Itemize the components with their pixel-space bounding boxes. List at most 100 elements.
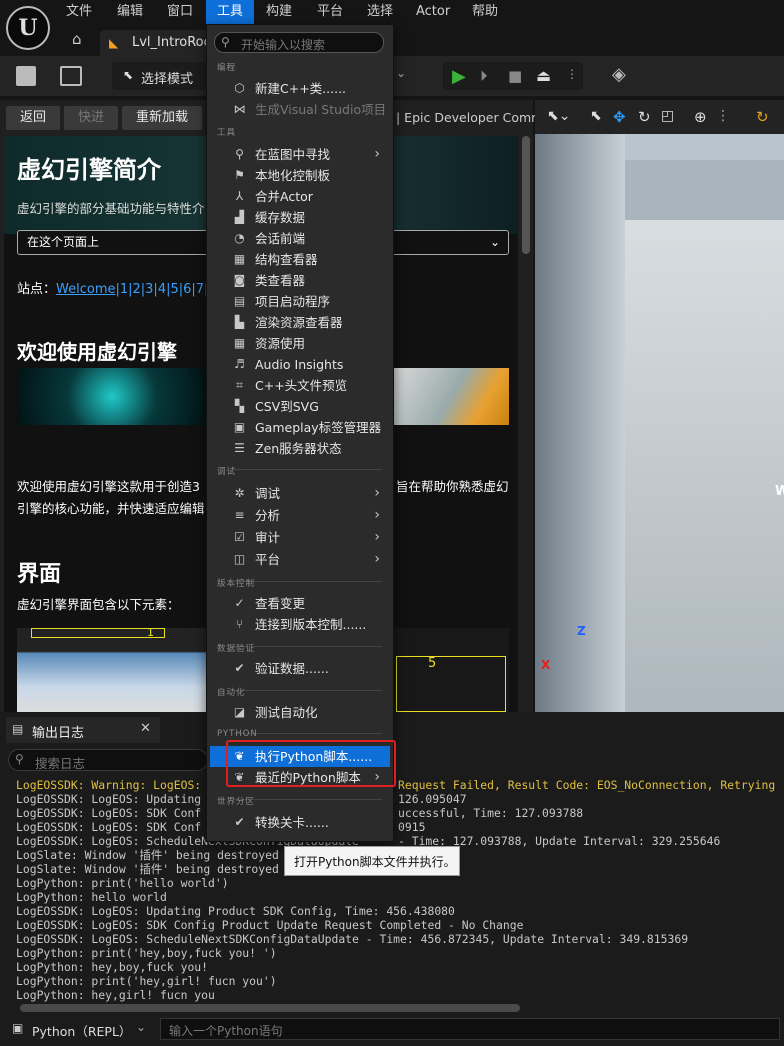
audio-insights-item[interactable]: ♬ Audio Insights <box>210 354 390 375</box>
home-icon[interactable]: ⌂ <box>72 30 92 50</box>
scale-tool-icon[interactable]: ◰ <box>661 108 674 124</box>
audit-item[interactable]: ☑ 审计 › <box>210 527 390 548</box>
session-frontend-item[interactable]: ◔ 会话前端 <box>210 228 390 249</box>
doc-scrollbar[interactable] <box>522 136 530 254</box>
menu-actor[interactable]: Actor <box>410 0 456 24</box>
branch-icon: ⑂ <box>235 617 244 631</box>
class-icon: ◙ <box>233 273 246 287</box>
doc-title: 虚幻引擎简介 <box>17 156 161 184</box>
generate-vs-project-item: ⋈ 生成Visual Studio项目 <box>210 99 390 120</box>
menu-platform[interactable]: 平台 <box>311 0 349 24</box>
welcome-image-2 <box>394 368 509 425</box>
item-label: 类查看器 <box>255 273 306 288</box>
item-label: 平台 <box>255 552 281 567</box>
find-in-blueprints-item[interactable]: ⚲ 在蓝图中寻找 › <box>210 144 390 165</box>
chevron-right-icon: › <box>374 485 380 501</box>
section-world-partition: 世界分区 <box>217 797 256 807</box>
play-icon[interactable]: ▶ <box>452 66 466 87</box>
profile-item[interactable]: ≡ 分析 › <box>210 505 390 526</box>
log-horizontal-scrollbar[interactable] <box>20 1004 520 1012</box>
menu-search-input[interactable]: ⚲ 开始输入以搜索 <box>214 32 384 53</box>
forward-button[interactable]: 快进 <box>64 106 118 130</box>
log-icon: ▤ <box>12 722 24 736</box>
item-label: 本地化控制板 <box>255 168 331 183</box>
item-label: 转换关卡...... <box>255 815 329 830</box>
menu-build[interactable]: 构建 <box>260 0 298 24</box>
test-automation-item[interactable]: ◪ 测试自动化 <box>210 702 390 723</box>
render-resource-viewer-item[interactable]: ▙ 渲染资源查看器 <box>210 312 390 333</box>
eject-icon[interactable]: ⏏ <box>536 66 551 85</box>
section-heading-welcome: 欢迎使用虚幻引擎 <box>17 340 177 364</box>
menu-file[interactable]: 文件 <box>60 0 98 24</box>
welcome-link[interactable]: Welcome <box>56 282 115 297</box>
merge-actor-item[interactable]: ⅄ 合并Actor <box>210 186 390 207</box>
log-search-input[interactable]: ⚲ 搜索日志 <box>8 749 208 771</box>
item-label: 渲染资源查看器 <box>255 315 343 330</box>
localization-dashboard-item[interactable]: ⚑ 本地化控制板 <box>210 165 390 186</box>
project-launcher-item[interactable]: ▤ 项目启动程序 <box>210 291 390 312</box>
more-icon[interactable]: ⋮ <box>566 67 578 81</box>
axis-z-label: Z <box>577 624 586 638</box>
level-viewport[interactable]: W Z X <box>535 100 784 712</box>
cpp-header-preview-item[interactable]: ⌗ C++头文件预览 <box>210 375 390 396</box>
struct-viewer-item[interactable]: ▦ 结构查看器 <box>210 249 390 270</box>
viewport-wall-text: W <box>775 484 784 499</box>
rotate-tool-icon[interactable]: ↻ <box>638 108 651 126</box>
section-data-validation: 数据验证 <box>217 644 256 654</box>
view-changes-item[interactable]: ✓ 查看变更 <box>210 593 390 614</box>
csv-to-svg-item[interactable]: ▚ CSV到SVG <box>210 396 390 417</box>
log-line: LogPython: hey,boy,fuck you! <box>16 960 209 974</box>
chevron-right-icon: › <box>374 529 380 545</box>
log-line: LogPython: print('hey,girl! fucn you') <box>16 974 277 988</box>
item-label: CSV到SVG <box>255 399 319 414</box>
chevron-down-icon[interactable]: ⌄ <box>396 66 406 80</box>
stop-icon[interactable]: ■ <box>508 67 522 85</box>
class-viewer-item[interactable]: ◙ 类查看器 <box>210 270 390 291</box>
world-icon[interactable]: ⊕ <box>694 108 707 126</box>
back-button[interactable]: 返回 <box>6 106 60 130</box>
platforms-icon[interactable]: ◈ <box>612 64 634 86</box>
close-icon[interactable]: ✕ <box>140 721 151 736</box>
cache-data-item[interactable]: ▟ 缓存数据 <box>210 207 390 228</box>
new-cpp-class-item[interactable]: ⬡ 新建C++类...... <box>210 78 390 99</box>
debug-item[interactable]: ✲ 调试 › <box>210 483 390 504</box>
log-line: LogPython: print('hey,boy,fuck you! ') <box>16 946 277 960</box>
log-line: LogEOSSDK: LogEOS: Updating <box>16 792 202 806</box>
viewport-options-icon[interactable]: ⬉⌄ <box>547 108 583 128</box>
select-tool-icon[interactable]: ⬉ <box>590 108 602 124</box>
reload-button[interactable]: 重新加载 <box>122 106 202 130</box>
save-icon[interactable] <box>16 66 36 86</box>
platform-item[interactable]: ◫ 平台 › <box>210 549 390 570</box>
gameplay-tag-manager-item[interactable]: ▣ Gameplay标签管理器 <box>210 417 390 438</box>
validate-data-item[interactable]: ✔ 验证数据...... <box>210 658 390 679</box>
unreal-logo-icon[interactable]: U <box>6 6 50 50</box>
bug-icon: ✲ <box>234 486 245 500</box>
zen-server-status-item[interactable]: ☰ Zen服务器状态 <box>210 438 390 459</box>
log-line-right: 126.095047 <box>398 792 467 806</box>
render-icon: ▙ <box>234 315 245 329</box>
mode-selector[interactable]: ⬉ 选择模式 <box>112 62 206 90</box>
interface-image-2: 5 <box>394 628 509 712</box>
item-label: 新建C++类...... <box>255 81 347 96</box>
snap-icon[interactable]: ↻ <box>756 108 769 126</box>
page-links[interactable]: |1|2|3|4|5|6|7|8 <box>115 282 216 297</box>
python-command-input[interactable]: 输入一个Python语句 <box>160 1018 780 1040</box>
step-icon[interactable]: ⏵ <box>480 67 488 85</box>
menu-tools[interactable]: 工具 <box>206 0 254 24</box>
move-tool-icon[interactable]: ✥ <box>613 108 626 126</box>
convert-level-item[interactable]: ✔ 转换关卡...... <box>210 812 390 833</box>
menu-edit[interactable]: 编辑 <box>111 0 149 24</box>
item-label: 缓存数据 <box>255 210 306 225</box>
sites-label: 站点： <box>17 282 57 297</box>
more-icon[interactable]: ⋮ <box>716 108 730 124</box>
connect-version-control-item[interactable]: ⑂ 连接到版本控制...... <box>210 614 390 635</box>
repl-selector[interactable]: ▣ Python（REPL） ⌄ <box>8 1018 158 1040</box>
tab-output-log[interactable]: ▤ 输出日志 ✕ <box>6 717 160 743</box>
asset-usage-item[interactable]: ▦ 资源使用 <box>210 333 390 354</box>
menu-select[interactable]: 选择 <box>361 0 399 24</box>
section-programming: 编程 <box>217 63 237 73</box>
content-browser-icon[interactable] <box>60 66 82 86</box>
menu-help[interactable]: 帮助 <box>466 0 504 24</box>
menu-window[interactable]: 窗口 <box>161 0 199 24</box>
tab-level[interactable]: ◣ Lvl_IntroRoom <box>100 30 208 56</box>
